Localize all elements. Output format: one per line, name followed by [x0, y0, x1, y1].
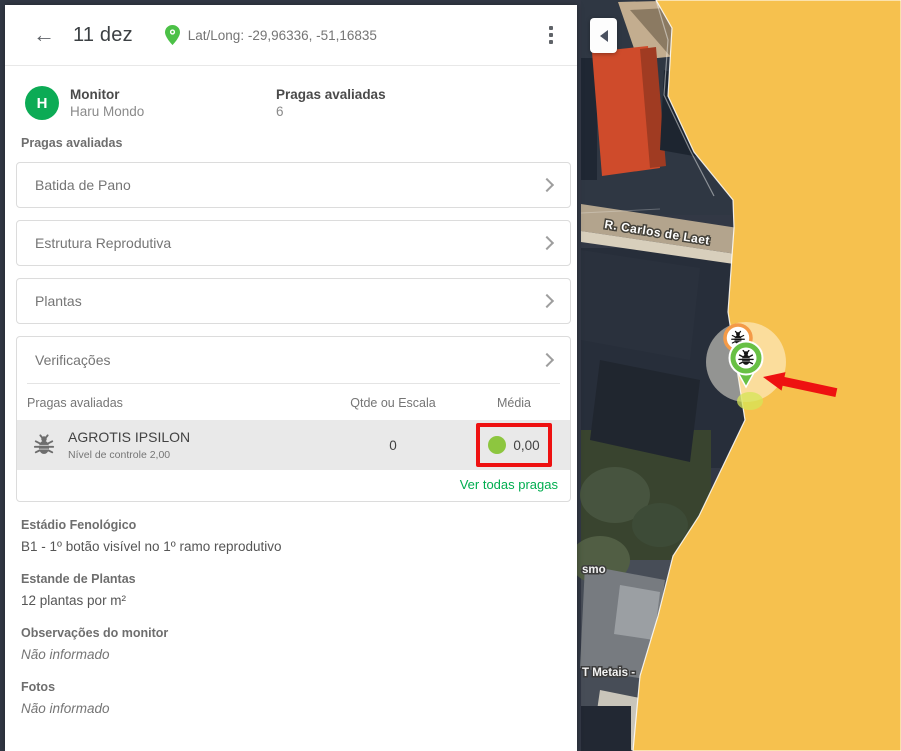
pest-avg-cell: 0,00 [468, 423, 560, 467]
more-options-button[interactable] [543, 22, 559, 48]
location-pin-icon [165, 25, 180, 45]
chevron-right-icon [540, 353, 554, 367]
card-verificacoes: Verificações Pragas avaliadas Qtde ou Es… [16, 336, 571, 502]
pest-qty: 0 [318, 438, 468, 453]
latlong: Lat/Long: -29,96336, -51,16835 [165, 25, 377, 45]
chevron-right-icon [540, 178, 554, 192]
page-title: 11 dez [73, 24, 133, 47]
col-header-pests: Pragas avaliadas [27, 396, 318, 410]
table-header: Pragas avaliadas Qtde ou Escala Média [17, 384, 570, 420]
detail-estande-de-plantas: Estande de Plantas 12 plantas por m² [21, 571, 571, 610]
pest-cell: AGROTIS IPSILON Nível de controle 2,00 [17, 429, 318, 462]
detail-value: Não informado [21, 646, 571, 664]
detail-value: Não informado [21, 700, 571, 718]
chevron-left-icon [600, 30, 608, 42]
panel-header: ← 11 dez Lat/Long: -29,96336, -51,16835 [5, 5, 577, 66]
chevron-right-icon [540, 294, 554, 308]
pest-control-level: Nível de controle 2,00 [68, 448, 190, 462]
bug-icon [33, 434, 55, 456]
detail-label: Estande de Plantas [21, 571, 571, 588]
avatar: H [25, 86, 59, 120]
detail-estadio-fenologico: Estádio Fenológico B1 - 1º botão visível… [21, 517, 571, 556]
pests-label: Pragas avaliadas [276, 86, 386, 103]
chevron-right-icon [540, 236, 554, 250]
verificacoes-header[interactable]: Verificações [17, 337, 570, 383]
back-button[interactable]: ← [29, 22, 59, 48]
card-label: Plantas [35, 293, 82, 309]
detail-fotos: Fotos Não informado [21, 679, 571, 718]
card-label: Verificações [35, 352, 110, 368]
col-header-avg: Média [468, 396, 560, 410]
pests-count: 6 [276, 103, 386, 120]
panel-body: H Monitor Haru Mondo Pragas avaliadas 6 … [5, 66, 577, 751]
detail-label: Observações do monitor [21, 625, 571, 642]
pests-summary: Pragas avaliadas 6 [276, 86, 386, 120]
card-plantas[interactable]: Plantas [16, 278, 571, 324]
detail-value: B1 - 1º botão visível no 1º ramo reprodu… [21, 538, 571, 556]
monitor-info: Monitor Haru Mondo [70, 86, 220, 120]
place-label-partial: smo [582, 564, 606, 576]
pest-avg-value: 0,00 [513, 438, 539, 453]
section-label-pests: Pragas avaliadas [21, 136, 571, 150]
table-row[interactable]: AGROTIS IPSILON Nível de controle 2,00 0… [17, 420, 570, 470]
marker-ground-glow [737, 392, 763, 410]
card-estrutura-reprodutiva[interactable]: Estrutura Reprodutiva [16, 220, 571, 266]
detail-value: 12 plantas por m² [21, 592, 571, 610]
col-header-qty: Qtde ou Escala [318, 396, 468, 410]
monitor-label: Monitor [70, 86, 220, 103]
monitor-name: Haru Mondo [70, 103, 220, 120]
monitor-summary: H Monitor Haru Mondo Pragas avaliadas 6 [25, 86, 571, 120]
details-panel: ← 11 dez Lat/Long: -29,96336, -51,16835 … [5, 5, 577, 751]
pest-name: AGROTIS IPSILON [68, 429, 190, 446]
detail-label: Estádio Fenológico [21, 517, 571, 534]
status-dot-green [488, 436, 506, 454]
card-label: Batida de Pano [35, 177, 131, 193]
see-all-pests-link[interactable]: Ver todas pragas [460, 477, 558, 492]
latlong-text: Lat/Long: -29,96336, -51,16835 [188, 28, 377, 43]
annotation-highlight-box: 0,00 [476, 423, 551, 467]
card-batida-de-pano[interactable]: Batida de Pano [16, 162, 571, 208]
panel-collapse-button[interactable] [590, 18, 617, 53]
card-label: Estrutura Reprodutiva [35, 235, 171, 251]
detail-observacoes: Observações do monitor Não informado [21, 625, 571, 664]
place-label-metais: T Metais - [582, 667, 635, 679]
detail-label: Fotos [21, 679, 571, 696]
